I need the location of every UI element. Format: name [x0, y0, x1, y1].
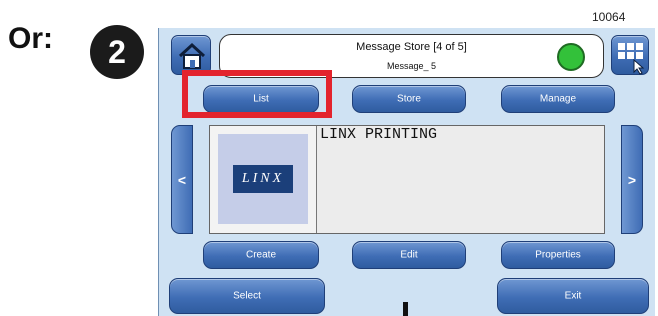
tab-manage[interactable]: Manage [501, 85, 615, 113]
create-label: Create [245, 249, 276, 261]
next-message-button[interactable]: > [621, 125, 643, 234]
tab-store[interactable]: Store [352, 85, 466, 113]
grid-menu-icon [618, 43, 645, 75]
step-number-badge: 2 [90, 25, 144, 79]
previous-arrow-icon: < [177, 171, 187, 188]
create-button[interactable]: Create [203, 241, 319, 269]
edit-label: Edit [400, 249, 418, 261]
message-text: LINX PRINTING [320, 126, 438, 143]
select-button[interactable]: Select [169, 278, 325, 314]
exit-button[interactable]: Exit [497, 278, 649, 314]
or-label: Or: [8, 22, 53, 55]
list-highlight-callout [182, 70, 332, 118]
previous-message-button[interactable]: < [171, 125, 193, 234]
tab-store-label: Store [397, 93, 421, 105]
edit-button[interactable]: Edit [352, 241, 466, 269]
next-arrow-icon: > [627, 171, 637, 188]
page-title: Message Store [4 of 5] [356, 41, 467, 53]
message-thumbnail: LINX [210, 126, 317, 233]
exit-label: Exit [564, 290, 582, 302]
message-preview: LINX LINX PRINTING [209, 125, 605, 234]
figure-id: 10064 [592, 10, 626, 24]
status-indicator [557, 43, 585, 71]
properties-button[interactable]: Properties [501, 241, 615, 269]
linx-logo: LINX [233, 165, 293, 193]
tab-manage-label: Manage [539, 93, 577, 105]
menu-button[interactable] [611, 35, 649, 75]
properties-label: Properties [535, 249, 581, 261]
select-label: Select [233, 290, 261, 302]
home-button[interactable] [171, 35, 211, 75]
pointer-mark [403, 302, 408, 316]
